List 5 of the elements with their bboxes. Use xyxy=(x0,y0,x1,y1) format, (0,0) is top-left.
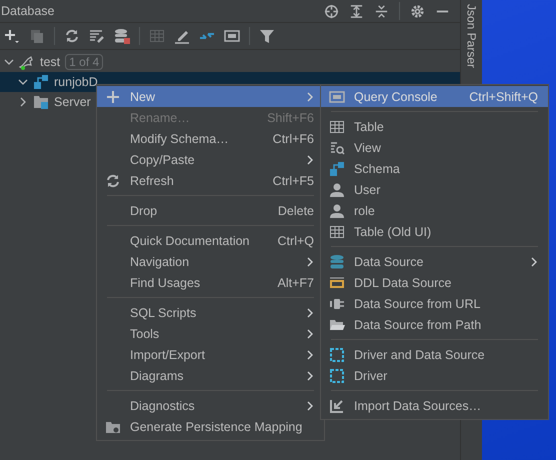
tree-label: runjobD xyxy=(54,75,98,89)
tree-label: Server xyxy=(54,95,91,109)
panel-title: Database xyxy=(1,4,55,18)
tree-label: test xyxy=(40,55,60,69)
counter-badge: 1 of 4 xyxy=(65,54,104,70)
